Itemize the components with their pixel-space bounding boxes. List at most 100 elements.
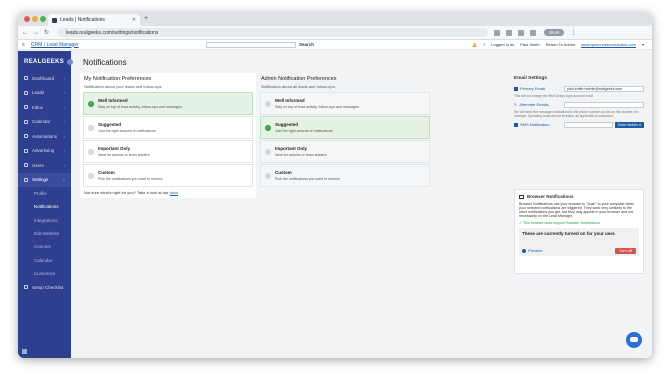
sidebar-item-users[interactable]: Users › xyxy=(18,158,71,173)
sms-phone-field[interactable] xyxy=(564,121,613,128)
user-name-link[interactable]: Paul Smith xyxy=(520,42,539,47)
enter-mobile-button[interactable]: Enter Mobile # xyxy=(614,121,644,128)
chevron-icon: › xyxy=(63,90,65,96)
preview-button[interactable]: Preview xyxy=(522,248,542,253)
radio-icon xyxy=(265,173,271,179)
bottom-settings-icon[interactable] xyxy=(22,349,27,354)
dropdown-icon[interactable]: ▾ xyxy=(642,42,644,47)
monitor-icon xyxy=(519,194,524,199)
admin-option-well-informed[interactable]: Well Informed Stay on top of lead activi… xyxy=(260,92,430,115)
chat-bubble-icon[interactable] xyxy=(626,332,642,348)
radio-icon xyxy=(88,149,94,155)
sidebar-item-inbox[interactable]: Inbox › xyxy=(18,100,71,115)
radio-icon xyxy=(265,149,271,155)
my-preferences-panel: My Notification Preferences Notification… xyxy=(80,73,256,198)
sidebar-sub-courses[interactable]: Courses xyxy=(18,240,71,253)
sidebar-sub-integrations[interactable]: Integrations xyxy=(18,214,71,227)
sidebar-item-leads[interactable]: Leads › xyxy=(18,86,71,101)
profile-button[interactable]: Work xyxy=(544,29,565,36)
sidebar-item-setup-checklist[interactable]: Setup Checklist xyxy=(18,280,71,295)
sidebar-item-dashboard[interactable]: Dashboard › xyxy=(18,71,71,86)
sidebar-sub-calendar[interactable]: Calendar xyxy=(18,253,71,266)
forward-icon[interactable]: → xyxy=(33,30,39,36)
extensions-puzzle-icon[interactable] xyxy=(530,29,537,36)
sidebar-sub-customize[interactable]: Customize xyxy=(18,267,71,280)
primary-email-label-text: Primary Email xyxy=(520,86,545,91)
my-option-important-only[interactable]: Important Only Ideal for admins or team … xyxy=(83,140,253,163)
option-title: Important Only xyxy=(98,146,131,151)
zoom-icon[interactable] xyxy=(494,29,501,36)
radio-icon xyxy=(88,173,94,179)
preview-icon xyxy=(522,248,526,253)
option-title: Suggested xyxy=(98,122,122,127)
option-desc: Pick the notifications you want to recei… xyxy=(275,177,340,181)
my-preferences-subheading: Notification about your leads and follow… xyxy=(84,84,163,89)
admin-option-important-only[interactable]: Important Only Ideal for admins or team … xyxy=(260,140,430,163)
new-tab-icon[interactable]: + xyxy=(144,15,148,22)
sidebar-item-calendar[interactable]: Calendar › xyxy=(18,115,71,130)
my-option-well-informed[interactable]: ✓ Well Informed Stay on top of lead acti… xyxy=(83,92,253,115)
help-icon[interactable]: ? xyxy=(483,42,485,47)
sidebar-item-advertising[interactable]: Advertising › xyxy=(18,144,71,159)
sidebar: REALGEEKS Dashboard › Leads › Inbox › Calen… xyxy=(18,51,73,358)
option-title: Important Only xyxy=(275,146,308,151)
maximize-window-icon[interactable] xyxy=(40,16,46,22)
chevron-down-icon: ˅ xyxy=(62,177,65,183)
website-link[interactable]: www.quinnrealtorwebsites.com xyxy=(581,42,636,47)
address-bar[interactable]: leads.realgeeks.com/settings/notificatio… xyxy=(58,28,489,37)
option-desc: Just the right amount of notifications xyxy=(275,129,333,133)
return-admin-link[interactable]: Return To Admin xyxy=(546,42,576,47)
crm-link[interactable]: CRM / Lead Manager xyxy=(31,42,79,48)
email-icon xyxy=(514,86,518,91)
sidebar-sub-profile[interactable]: Profile xyxy=(18,187,71,200)
search-button[interactable]: Search xyxy=(299,42,314,47)
bell-icon[interactable]: 🔔 xyxy=(472,42,477,47)
preview-label: Preview xyxy=(528,248,543,253)
close-window-icon[interactable] xyxy=(24,16,30,22)
reload-icon[interactable]: ↻ xyxy=(44,29,49,36)
brand-logo[interactable]: REALGEEKS xyxy=(18,51,71,71)
primary-email-field[interactable]: paul.smith+admin@realgeeks.com xyxy=(564,85,644,92)
chevron-icon: › xyxy=(63,104,65,110)
alternate-email-label[interactable]: ↖ Alternate Emails xyxy=(514,102,564,107)
sidebar-item-label: Settings xyxy=(32,177,49,183)
email-settings-heading: Email Settings xyxy=(514,76,548,81)
chevron-icon: › xyxy=(63,119,65,125)
hint-text: Not sure what's right for you? Take a lo… xyxy=(84,190,169,195)
admin-preferences-subheading: Notification about all leads and follow-… xyxy=(261,84,336,89)
sidebar-item-automations[interactable]: Automations › xyxy=(18,129,71,144)
alternate-email-field[interactable] xyxy=(564,101,644,108)
hamburger-icon[interactable]: ≡ xyxy=(22,42,25,48)
tab-title: Leads | Notifications xyxy=(60,17,105,23)
close-tab-icon[interactable]: ✕ xyxy=(132,17,136,23)
sidebar-item-label: Advertising xyxy=(32,148,55,154)
back-icon[interactable]: ← xyxy=(22,30,28,36)
minimize-window-icon[interactable] xyxy=(32,16,38,22)
automations-icon xyxy=(24,134,28,139)
browser-notifications-heading-text: Browser Notifications xyxy=(527,194,574,199)
sidebar-item-label: Inbox xyxy=(32,104,44,110)
browser-window: Leads | Notifications ✕ + ← → ↻ leads.re… xyxy=(18,12,652,358)
tab-strip: Leads | Notifications ✕ + xyxy=(18,12,652,26)
docs-link[interactable]: docs xyxy=(170,190,178,195)
my-option-suggested[interactable]: Suggested Just the right amount of notif… xyxy=(83,116,253,139)
sms-icon xyxy=(514,122,518,127)
menu-icon[interactable]: ⋮ xyxy=(570,29,576,36)
option-desc: Stay on top of lead activity, follow-ups… xyxy=(98,105,183,109)
bookmark-icon[interactable] xyxy=(506,29,513,36)
my-preferences-heading: My Notification Preferences xyxy=(84,76,152,82)
browser-notifications-box: Browser Notifications Browser Notificati… xyxy=(514,189,644,274)
search-input[interactable] xyxy=(206,42,296,48)
option-desc: Ideal for admins or team leaders xyxy=(98,153,150,157)
my-option-custom[interactable]: Custom Pick the notifications you want t… xyxy=(83,164,253,187)
sidebar-item-settings[interactable]: Settings ˅ xyxy=(18,172,71,187)
sidebar-sub-notifications[interactable]: Notifications xyxy=(18,200,71,213)
primary-email-label: Primary Email xyxy=(514,86,564,91)
browser-tab[interactable]: Leads | Notifications ✕ xyxy=(48,14,140,26)
admin-option-suggested[interactable]: ✓ Suggested Just the right amount of not… xyxy=(260,116,430,139)
admin-option-custom[interactable]: Custom Pick the notifications you want t… xyxy=(260,164,430,187)
sidebar-sub-edit-website[interactable]: Edit Website xyxy=(18,227,71,240)
alternate-email-row: ↖ Alternate Emails xyxy=(514,101,644,108)
extension-icon[interactable] xyxy=(518,29,525,36)
turn-off-button[interactable]: Turn off xyxy=(615,248,636,254)
